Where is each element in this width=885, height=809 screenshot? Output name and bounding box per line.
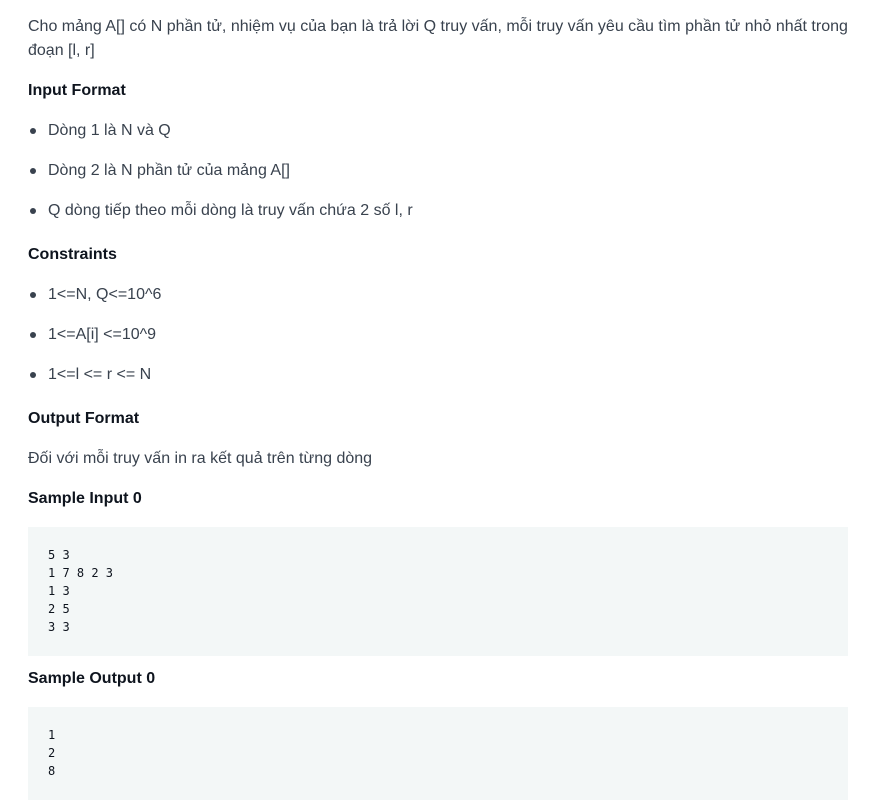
code-line: 1 xyxy=(48,728,56,742)
input-format-heading: Input Format xyxy=(28,82,126,99)
input-format-item: Dòng 1 là N và Q xyxy=(28,119,171,143)
bullet-dot xyxy=(30,128,36,134)
bullet-dot xyxy=(30,208,36,214)
sample-input-code[interactable]: 5 3 1 7 8 2 3 1 3 2 5 3 3 xyxy=(28,527,848,656)
input-format-item: Q dòng tiếp theo mỗi dòng là truy vấn ch… xyxy=(28,199,413,223)
problem-description: Cho mảng A[] có N phần tử, nhiệm vụ của … xyxy=(28,18,848,59)
code-line: 3 3 xyxy=(48,620,70,634)
code-line: 5 3 xyxy=(48,548,70,562)
code-line: 8 xyxy=(48,764,56,778)
bullet-dot xyxy=(30,332,36,338)
code-line: 2 xyxy=(48,746,56,760)
constraint-item: 1<=l <= r <= N xyxy=(28,363,151,387)
problem-statement: Cho mảng A[] có N phần tử, nhiệm vụ của … xyxy=(0,0,885,809)
bullet-dot xyxy=(30,292,36,298)
bullet-dot xyxy=(30,372,36,378)
sample-input-heading: Sample Input 0 xyxy=(28,490,142,507)
output-format-heading: Output Format xyxy=(28,410,140,427)
code-line: 1 3 xyxy=(48,584,70,598)
sample-output-code[interactable]: 1 2 8 xyxy=(28,707,848,800)
input-format-item: Dòng 2 là N phần tử của mảng A[] xyxy=(28,159,290,183)
bullet-dot xyxy=(30,168,36,174)
constraints-heading: Constraints xyxy=(28,246,117,263)
constraint-item: 1<=A[i] <=10^9 xyxy=(28,323,156,347)
code-line: 1 7 8 2 3 xyxy=(48,566,114,580)
sample-output-heading: Sample Output 0 xyxy=(28,670,156,687)
constraint-item: 1<=N, Q<=10^6 xyxy=(28,283,161,307)
output-format-text: Đối với mỗi truy vấn in ra kết quả trên … xyxy=(28,450,373,467)
code-line: 2 5 xyxy=(48,602,70,616)
